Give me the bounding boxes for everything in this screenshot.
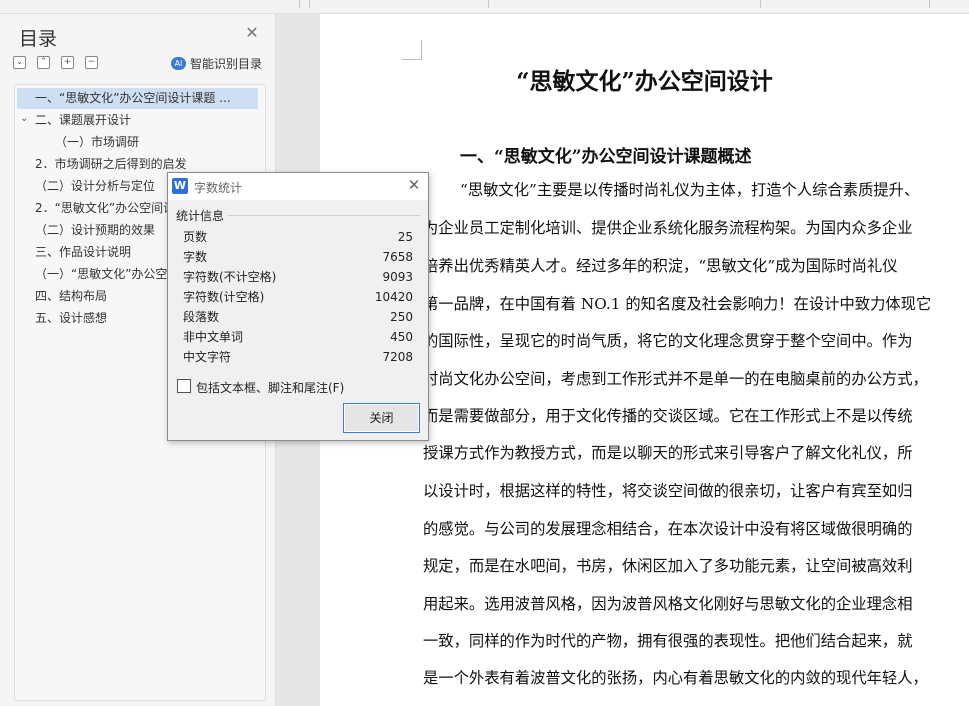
collapse-all-icon[interactable]: ⌄ bbox=[13, 56, 26, 69]
dialog-titlebar[interactable]: W 字数统计 ✕ bbox=[168, 173, 428, 200]
stat-value: 7658 bbox=[382, 250, 413, 264]
stats-section-label: 统计信息 bbox=[176, 209, 225, 223]
word-count-dialog: W 字数统计 ✕ 统计信息 页数 25 字数 7658 字符数(不计空格) 90… bbox=[167, 172, 429, 441]
body-line: 为企业员工定制化培训、提供企业系统化服务流程构架。为国内众多企业 bbox=[423, 219, 913, 237]
dialog-title: 字数统计 bbox=[194, 181, 243, 195]
body-line: 授课方式作为教授方式，而是以聊天的形式来引导客户了解文化礼仪，所 bbox=[423, 444, 913, 462]
body-line: 规定，而是在水吧间，书房，休闲区加入了多功能元素，让空间被高效利 bbox=[423, 557, 913, 575]
close-button[interactable]: 关闭 bbox=[343, 403, 420, 433]
stat-label: 字数 bbox=[183, 250, 208, 264]
ruler-tick bbox=[309, 0, 310, 8]
body-line: 一致，同样的作为时代的产物，拥有很强的表现性。把他们结合起来，就 bbox=[423, 632, 913, 650]
body-line: 时尚文化办公空间，考虑到工作形式并不是单一的在电脑桌前的办公方式， bbox=[423, 370, 928, 388]
close-icon[interactable]: ✕ bbox=[406, 177, 422, 193]
include-textbox-label[interactable]: 包括文本框、脚注和尾注(F) bbox=[196, 379, 344, 396]
body-line: 的感觉。与公司的发展理念相结合，在本次设计中没有将区域做很明确的 bbox=[423, 520, 913, 538]
toc-item[interactable]: （一）市场调研 bbox=[55, 132, 260, 153]
stat-value: 250 bbox=[390, 310, 413, 324]
stat-row-paragraphs: 段落数 250 bbox=[183, 307, 413, 327]
stat-row-words: 字数 7658 bbox=[183, 247, 413, 267]
toc-item[interactable]: 一、“思敏文化”办公空间设计课题 ... bbox=[17, 88, 258, 109]
stat-row-pages: 页数 25 bbox=[183, 227, 413, 247]
ai-icon: AI bbox=[171, 57, 186, 70]
stat-label: 中文字符 bbox=[183, 350, 232, 364]
remove-heading-icon[interactable]: − bbox=[85, 56, 98, 69]
include-textbox-checkbox[interactable] bbox=[177, 379, 191, 393]
stat-value: 9093 bbox=[382, 270, 413, 284]
ruler-tick bbox=[760, 0, 761, 8]
smart-toc-button[interactable]: AI 智能识别目录 bbox=[171, 55, 262, 72]
ruler-tick bbox=[299, 0, 300, 8]
stat-label: 非中文单词 bbox=[183, 330, 244, 344]
body-line: “思敏文化”主要是以传播时尚礼仪为主体，打造个人综合素质提升、 bbox=[460, 181, 920, 199]
body-line: 培养出优秀精英人才。经过多年的积淀，“思敏文化”成为国际时尚礼仪 bbox=[423, 257, 898, 275]
ruler-tick bbox=[488, 0, 489, 8]
stat-row-chinese-chars: 中文字符 7208 bbox=[183, 347, 413, 367]
document-heading: 一、“思敏文化”办公空间设计课题概述 bbox=[460, 147, 752, 167]
page-corner-mark bbox=[402, 40, 422, 60]
stat-value: 25 bbox=[397, 230, 413, 244]
toc-toolbar: ⌄ ⌃ + − bbox=[13, 56, 98, 70]
stat-row-chars-no-spaces: 字符数(不计空格) 9093 bbox=[183, 267, 413, 287]
stat-label: 字符数(不计空格) bbox=[183, 270, 277, 284]
body-line: 是一个外表有着波普文化的张扬，内心有着思敏文化的内敛的现代年轻人， bbox=[423, 669, 928, 687]
add-heading-icon[interactable]: + bbox=[61, 56, 74, 69]
body-line: 用起来。选用波普风格，因为波普风格文化刚好与思敏文化的企业理念相 bbox=[423, 595, 913, 613]
smart-toc-label: 智能识别目录 bbox=[190, 57, 263, 71]
top-ruler-strip bbox=[0, 0, 969, 14]
stat-value: 7208 bbox=[382, 350, 413, 364]
section-divider bbox=[228, 215, 420, 216]
stat-row-non-chinese-words: 非中文单词 450 bbox=[183, 327, 413, 347]
body-line: 第一品牌，在中国有着 NO.1 的知名度及社会影响力！在设计中致力体现它 bbox=[423, 295, 932, 313]
wps-logo-icon: W bbox=[172, 178, 188, 194]
stat-label: 字符数(计空格) bbox=[183, 290, 265, 304]
stat-label: 段落数 bbox=[183, 310, 220, 324]
document-title: “思敏文化”办公空间设计 bbox=[516, 68, 773, 95]
stat-row-chars-with-spaces: 字符数(计空格) 10420 bbox=[183, 287, 413, 307]
body-line: 以设计时，根据这样的特性，将交谈空间做的很亲切，让客户有宾至如归 bbox=[423, 482, 913, 500]
body-line: 的国际性，呈现它的时尚气质，将它的文化理念贯穿于整个空间中。作为 bbox=[423, 332, 913, 350]
toc-item[interactable]: 二、课题展开设计 bbox=[35, 110, 260, 131]
body-line: 而是需要做部分，用于文化传播的交谈区域。它在工作形式上不是以传统 bbox=[423, 407, 913, 425]
chevron-down-icon[interactable]: ⌄ bbox=[20, 113, 28, 124]
stat-value: 10420 bbox=[374, 290, 413, 304]
ruler-tick bbox=[929, 0, 930, 8]
close-icon[interactable]: ✕ bbox=[244, 25, 260, 41]
stat-label: 页数 bbox=[183, 230, 208, 244]
stat-value: 450 bbox=[390, 330, 413, 344]
sidebar-title: 目录 bbox=[19, 28, 58, 50]
expand-level-icon[interactable]: ⌃ bbox=[37, 56, 50, 69]
